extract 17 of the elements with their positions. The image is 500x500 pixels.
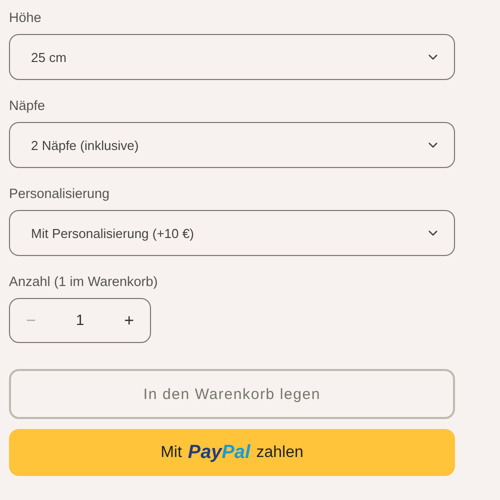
paypal-logo: PayPal bbox=[188, 442, 250, 464]
quantity-label: Anzahl (1 im Warenkorb) bbox=[9, 274, 158, 289]
increment-button[interactable]: + bbox=[116, 306, 142, 334]
field-label: Höhe bbox=[9, 10, 42, 25]
dropdown-select[interactable]: 25 cm bbox=[9, 34, 455, 80]
paypal-suffix: zahlen bbox=[256, 444, 304, 462]
quantity-value[interactable]: 1 bbox=[76, 312, 84, 329]
field-label: Personalisierung bbox=[9, 186, 110, 201]
chevron-down-icon bbox=[428, 142, 438, 148]
paypal-prefix: Mit bbox=[160, 444, 182, 462]
field-label: Näpfe bbox=[9, 98, 46, 113]
paypal-button[interactable]: Mit PayPal zahlen bbox=[9, 429, 455, 476]
chevron-down-icon bbox=[428, 230, 438, 236]
dropdown-select[interactable]: 2 Näpfe (inklusive) bbox=[9, 122, 455, 168]
dropdown-select[interactable]: Mit Personalisierung (+10 €) bbox=[9, 210, 455, 256]
chevron-down-icon bbox=[428, 54, 438, 60]
add-to-cart-button[interactable]: In den Warenkorb legen bbox=[9, 369, 455, 419]
